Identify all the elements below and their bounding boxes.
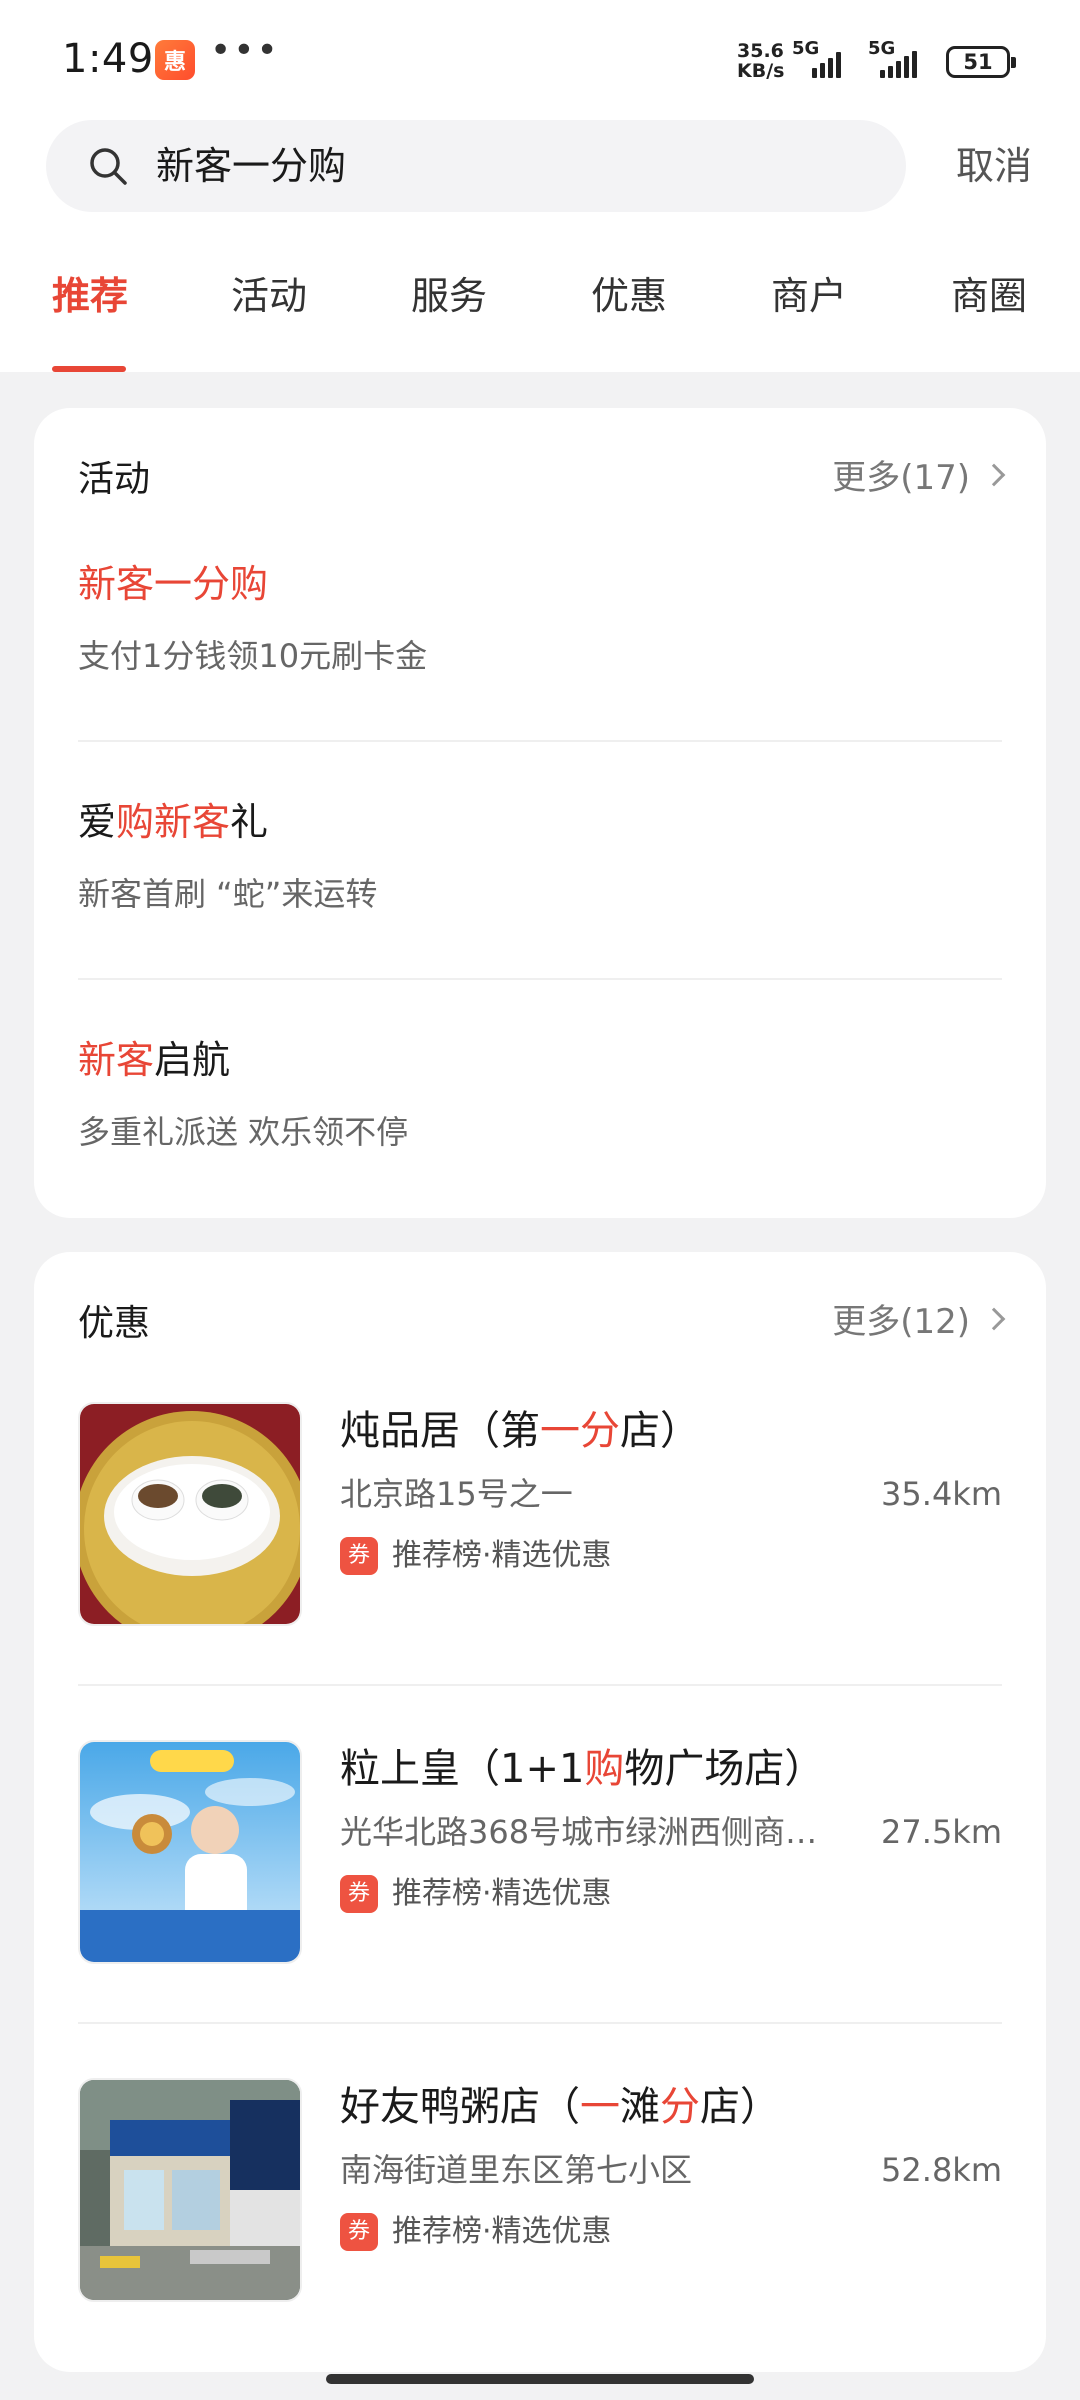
activity-title-part: 礼 bbox=[230, 800, 269, 844]
merchant-distance: 27.5km bbox=[881, 1813, 1002, 1851]
deal-tag: 券 推荐榜·精选优惠 bbox=[340, 1870, 612, 1918]
divider bbox=[78, 2022, 1002, 2024]
deal-tag: 券 推荐榜·精选优惠 bbox=[340, 1532, 612, 1580]
tab-business-districts[interactable]: 商圈 bbox=[951, 268, 1027, 324]
network-speed-unit: KB/s bbox=[737, 60, 785, 82]
merchant-name-highlight: 一 bbox=[580, 2084, 620, 2130]
merchant-name-part: 滩 bbox=[620, 2084, 660, 2130]
deal-tag-label: 推荐榜·精选优惠 bbox=[392, 2214, 612, 2249]
activity-subtitle: 多重礼派送 欢乐领不停 bbox=[78, 1113, 409, 1151]
activity-subtitle: 支付1分钱领10元刷卡金 bbox=[78, 637, 428, 675]
merchant-name-highlight: 分 bbox=[660, 2084, 700, 2130]
deals-more-link[interactable]: 更多(12) bbox=[832, 1294, 1006, 1343]
activity-item[interactable]: 爱购新客礼 新客首刷 “蛇”来运转 bbox=[78, 794, 1002, 918]
search-icon bbox=[90, 148, 127, 185]
merchant-name-part: 物广场店） bbox=[624, 1746, 825, 1792]
deal-item[interactable]: 好友鸭粥店（一滩分店） 南海街道里东区第七小区 52.8km 券 推荐榜·精选优… bbox=[78, 2078, 1002, 2302]
tab-recommend[interactable]: 推荐 bbox=[52, 268, 128, 324]
deals-title: 优惠 bbox=[78, 1303, 151, 1344]
battery-icon: 51 bbox=[946, 46, 1016, 78]
activity-item[interactable]: 新客启航 多重礼派送 欢乐领不停 bbox=[78, 1032, 1002, 1156]
more-notifications-icon: ••• bbox=[210, 30, 280, 71]
activities-title: 活动 bbox=[78, 459, 151, 500]
category-tabs: 推荐 活动 服务 优惠 商户 商圈 bbox=[0, 258, 1080, 372]
activity-title-part: 启航 bbox=[154, 1038, 231, 1082]
deals-card: 优惠 更多(12) 炖品居（第一分店） 北京路15号之一 35.4km 券 推荐… bbox=[34, 1252, 1046, 2372]
activity-item[interactable]: 新客一分购 支付1分钱领10元刷卡金 bbox=[78, 556, 1002, 680]
merchant-name: 炖品居（第一分店） bbox=[340, 1402, 700, 1460]
signal-1-icon bbox=[812, 50, 841, 78]
merchant-name-highlight: 一分 bbox=[540, 1408, 620, 1454]
tab-services[interactable]: 服务 bbox=[411, 268, 487, 324]
activity-title-part: 爱 bbox=[78, 800, 117, 844]
merchant-name-part: 好友鸭粥店（ bbox=[340, 2084, 580, 2130]
merchant-address: 北京路15号之一 bbox=[340, 1475, 573, 1513]
search-bar[interactable]: 新客一分购 bbox=[46, 120, 906, 212]
merchant-name-part: 店） bbox=[700, 2084, 780, 2130]
tab-merchants[interactable]: 商户 bbox=[771, 268, 847, 324]
coupon-icon: 券 bbox=[340, 1537, 378, 1575]
coupon-icon: 券 bbox=[340, 2213, 378, 2251]
network-speed: 35.6 KB/s bbox=[737, 41, 784, 81]
divider bbox=[78, 1684, 1002, 1686]
chevron-right-icon bbox=[982, 463, 1006, 486]
app-notification-icon: 惠 bbox=[155, 40, 195, 80]
merchant-name-part: 粒上皇（1+1 bbox=[340, 1746, 585, 1792]
divider bbox=[78, 978, 1002, 980]
merchant-name: 好友鸭粥店（一滩分店） bbox=[340, 2078, 780, 2136]
signal-2-icon bbox=[880, 50, 917, 78]
soup-bowls-photo bbox=[78, 1402, 302, 1626]
merchant-name-part: 店） bbox=[620, 1408, 700, 1454]
merchant-address: 南海街道里东区第七小区 bbox=[340, 2151, 693, 2189]
network-speed-value: 35.6 bbox=[737, 40, 784, 62]
cancel-button[interactable]: 取消 bbox=[956, 138, 1032, 194]
coupon-icon: 券 bbox=[340, 1875, 378, 1913]
status-bar: 1:49 惠 ••• 35.6 KB/s 5G 5G 51 bbox=[0, 0, 1080, 120]
divider bbox=[78, 740, 1002, 742]
merchant-distance: 35.4km bbox=[881, 1475, 1002, 1513]
activities-card: 活动 更多(17) 新客一分购 支付1分钱领10元刷卡金 爱购新客礼 新客首刷 … bbox=[34, 408, 1046, 1218]
activities-more-link[interactable]: 更多(17) bbox=[832, 450, 1006, 499]
active-tab-indicator bbox=[52, 366, 126, 372]
deal-tag: 券 推荐榜·精选优惠 bbox=[340, 2208, 612, 2256]
merchant-name-part: 炖品居（第 bbox=[340, 1408, 540, 1454]
deal-tag-label: 推荐榜·精选优惠 bbox=[392, 1876, 612, 1911]
merchant-distance: 52.8km bbox=[881, 2151, 1002, 2189]
storefront-photo bbox=[78, 2078, 302, 2302]
chestnut-ad-photo bbox=[78, 1740, 302, 1964]
activity-title-highlight: 购新客 bbox=[116, 800, 231, 844]
home-indicator[interactable] bbox=[326, 2374, 754, 2384]
activity-title: 爱购新客礼 bbox=[78, 794, 1002, 850]
activity-title: 新客启航 bbox=[78, 1032, 1002, 1088]
status-time: 1:49 bbox=[62, 36, 154, 82]
activities-more-label: 更多(17) bbox=[832, 458, 970, 498]
merchant-name: 粒上皇（1+1购物广场店） bbox=[340, 1740, 824, 1798]
activity-subtitle: 新客首刷 “蛇”来运转 bbox=[78, 875, 378, 913]
tab-activities[interactable]: 活动 bbox=[231, 268, 307, 324]
activity-title-highlight: 新客一分购 bbox=[78, 562, 269, 606]
tab-deals[interactable]: 优惠 bbox=[591, 268, 667, 324]
activity-title-highlight: 新客 bbox=[78, 1038, 155, 1082]
activity-title: 新客一分购 bbox=[78, 556, 1002, 612]
deals-more-label: 更多(12) bbox=[832, 1302, 970, 1342]
deal-item[interactable]: 粒上皇（1+1购物广场店） 光华北路368号城市绿洲西侧商… 27.5km 券 … bbox=[78, 1740, 1002, 1964]
merchant-name-highlight: 购 bbox=[584, 1746, 625, 1792]
deal-item[interactable]: 炖品居（第一分店） 北京路15号之一 35.4km 券 推荐榜·精选优惠 bbox=[78, 1402, 1002, 1626]
merchant-address: 光华北路368号城市绿洲西侧商… bbox=[340, 1813, 818, 1851]
deal-tag-label: 推荐榜·精选优惠 bbox=[392, 1538, 612, 1573]
chevron-right-icon bbox=[982, 1307, 1006, 1330]
search-input[interactable]: 新客一分购 bbox=[156, 138, 346, 194]
